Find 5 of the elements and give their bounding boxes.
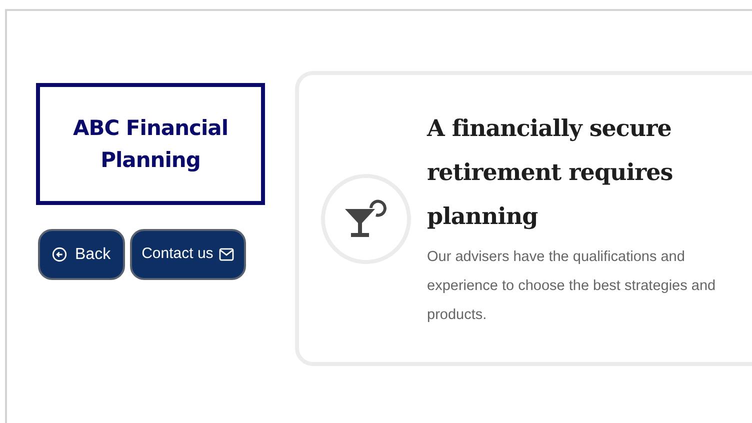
feature-description: Our advisers have the qualifications and experience to choose the best strategies and products.: [427, 248, 717, 325]
feature-title: A financially secure retirement requires planning: [427, 114, 674, 232]
logo-text: ABC Financial Planning: [72, 115, 230, 174]
back-button[interactable]: Back: [38, 229, 125, 280]
contact-button[interactable]: Contact us: [130, 229, 246, 280]
